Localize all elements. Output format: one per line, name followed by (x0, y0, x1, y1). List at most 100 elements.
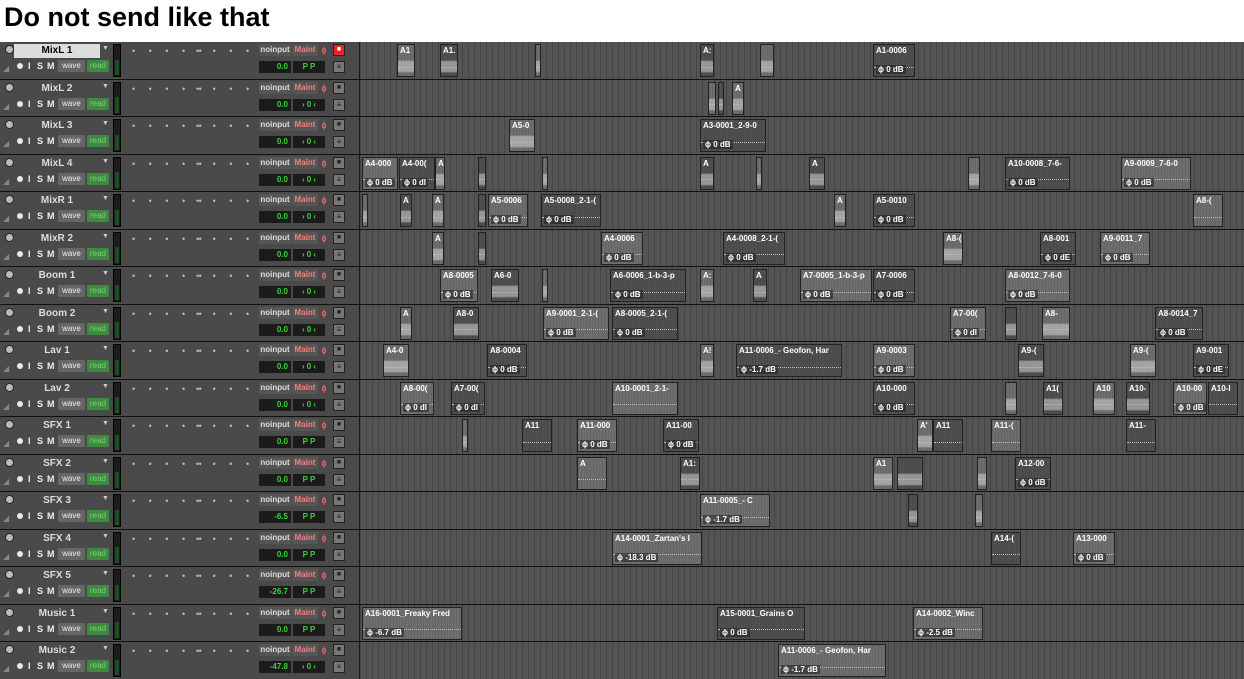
view-mode-selector[interactable]: wave (58, 397, 85, 410)
audio-clip[interactable]: A7-00(ϕ 0 dl (451, 381, 485, 415)
input-monitor-button[interactable]: I (28, 398, 31, 410)
audio-clip[interactable]: A11- (1126, 419, 1156, 452)
track-lane[interactable]: A A8-0 A9-0001_2-1-(ϕ 0 dB A8-0005_2-1-(ϕ 0… (360, 304, 1244, 341)
mute-button[interactable]: M (47, 60, 55, 72)
audio-clip[interactable]: A11-0006_- Geofon, Har ϕ -1.7 dB (778, 644, 886, 677)
track-menu-icon[interactable]: ≡ (333, 548, 345, 561)
volume-readout[interactable]: 0.0 (259, 623, 291, 636)
view-mode-selector[interactable]: wave (58, 172, 85, 185)
input-monitor-button[interactable]: I (28, 248, 31, 260)
automation-mode-selector[interactable]: read (87, 435, 109, 447)
output-selector[interactable]: Maint (292, 231, 318, 244)
track-name[interactable]: Boom 2 (14, 307, 100, 321)
pan-readout[interactable]: P P (293, 511, 325, 523)
automation-mode-selector[interactable]: read (87, 547, 109, 560)
mute-button[interactable]: M (47, 323, 55, 335)
volume-readout[interactable]: 0.0 (259, 211, 291, 223)
output-selector[interactable]: Maint (292, 531, 318, 544)
solo-button[interactable]: S (37, 323, 43, 335)
audio-clip[interactable]: A7-0005_1-b-3-p ϕ 0 dB (800, 269, 872, 302)
audio-clip[interactable]: A! (700, 344, 714, 377)
track-lane[interactable]: A1 A1. A: A1-0006 ϕ 0 dB (360, 42, 1244, 79)
automation-mode-selector[interactable]: read (87, 472, 109, 485)
track-options-button[interactable] (5, 195, 14, 204)
track-name[interactable]: MixL 3 (14, 119, 100, 133)
volume-readout[interactable]: 0.0 (259, 323, 291, 336)
audio-clip[interactable]: A5-0008_2-1-(ϕ 0 dB (541, 194, 601, 227)
audio-clip[interactable] (1005, 306, 1017, 340)
pan-readout[interactable]: P P (293, 436, 325, 448)
track-menu-icon[interactable]: ≡ (333, 436, 345, 448)
audio-clip[interactable]: A9-0011_7 ϕ 0 dB (1100, 231, 1150, 265)
audio-clip[interactable]: A14-0002_Winc ϕ -2.5 dB (913, 606, 983, 640)
audio-clip[interactable]: A14-( (991, 531, 1021, 565)
mute-button[interactable]: M (47, 585, 55, 597)
track-name-menu-icon[interactable]: ▼ (102, 158, 109, 165)
audio-clip[interactable]: A8-0005 ϕ 0 dB (440, 269, 478, 302)
track-lane[interactable]: A5-0 A3-0001_2-9-0 ϕ 0 dB (360, 117, 1244, 154)
audio-clip[interactable]: A1: (680, 456, 700, 490)
volume-readout[interactable]: 0.0 (259, 61, 291, 73)
audio-clip[interactable]: A9-0009_7-6-0 ϕ 0 dB (1121, 156, 1191, 190)
track-menu-icon[interactable]: ≡ (333, 211, 345, 223)
resize-handle-icon[interactable]: ◢ (3, 327, 9, 336)
audio-clip[interactable] (362, 194, 368, 227)
audio-clip[interactable]: A (435, 156, 445, 190)
audio-clip[interactable]: A10 (1093, 381, 1115, 415)
input-monitor-button[interactable]: I (28, 60, 31, 72)
solo-button[interactable]: S (37, 60, 43, 72)
output-selector[interactable]: Maint (292, 569, 318, 581)
track-lane[interactable]: A4-000 ϕ 0 dB A4-00(ϕ 0 dI A A A A10-0008_7-6-… (360, 154, 1244, 191)
volume-readout[interactable]: 0.0 (259, 136, 291, 148)
solo-button[interactable]: S (37, 473, 43, 485)
track-menu-icon[interactable]: ≡ (333, 286, 345, 298)
track-record-arm-button[interactable]: ■ (333, 231, 345, 244)
automation-mode-selector[interactable]: read (87, 247, 109, 260)
audio-clip[interactable] (478, 156, 486, 190)
automation-mode-selector[interactable]: read (87, 322, 109, 335)
track-record-arm-button[interactable]: ■ (333, 194, 345, 206)
solo-button[interactable]: S (37, 510, 43, 522)
output-selector[interactable]: Maint (292, 456, 318, 469)
input-selector[interactable]: noinput (259, 119, 291, 131)
resize-handle-icon[interactable]: ◢ (3, 402, 9, 411)
automation-mode-selector[interactable]: read (87, 60, 109, 72)
record-enable-button[interactable] (17, 475, 23, 482)
resize-handle-icon[interactable]: ◢ (3, 552, 9, 561)
input-monitor-button[interactable]: I (28, 623, 31, 635)
input-selector[interactable]: noinput (259, 644, 291, 656)
audio-clip[interactable] (968, 156, 980, 190)
audio-clip[interactable]: A8-00(ϕ 0 dl (400, 381, 434, 415)
resize-handle-icon[interactable]: ◢ (3, 589, 9, 598)
resize-handle-icon[interactable]: ◢ (3, 139, 9, 148)
track-name-menu-icon[interactable]: ▼ (102, 570, 109, 577)
view-mode-selector[interactable]: wave (58, 210, 85, 222)
track-name-menu-icon[interactable]: ▼ (102, 83, 109, 90)
audio-clip[interactable]: A10- (1126, 381, 1150, 415)
audio-clip[interactable]: A8- (1042, 306, 1070, 340)
record-enable-button[interactable] (17, 325, 23, 332)
audio-clip[interactable]: A1 (873, 456, 893, 490)
view-mode-selector[interactable]: wave (58, 472, 85, 485)
phase-invert-icon[interactable]: ϕ (319, 194, 329, 206)
mute-button[interactable]: M (47, 210, 55, 222)
track-lane[interactable]: A A A5-0006 ϕ 0 dB A5-0008_2-1-(ϕ 0 dB A A5-00… (360, 192, 1244, 229)
track-record-arm-button[interactable]: ■ (333, 44, 345, 56)
resize-handle-icon[interactable]: ◢ (3, 514, 9, 523)
view-mode-selector[interactable]: wave (58, 60, 85, 72)
audio-clip[interactable]: A8-( (1193, 194, 1223, 227)
phase-invert-icon[interactable]: ϕ (319, 344, 329, 356)
audio-clip[interactable]: A11-0005_- C ϕ -1.7 dB (700, 494, 770, 527)
input-monitor-button[interactable]: I (28, 285, 31, 297)
record-enable-button[interactable] (17, 625, 23, 632)
automation-mode-selector[interactable]: read (87, 172, 109, 185)
volume-readout[interactable]: 0.0 (259, 173, 291, 186)
track-record-arm-button[interactable]: ■ (333, 644, 345, 656)
track-lane[interactable]: A11-0005_- C ϕ -1.7 dB (360, 492, 1244, 529)
audio-clip[interactable]: A11-( (991, 419, 1021, 452)
volume-readout[interactable]: 0.0 (259, 248, 291, 261)
audio-clip[interactable]: A10-0001_2-1- (612, 381, 678, 415)
track-options-button[interactable] (5, 607, 14, 617)
track-name-menu-icon[interactable]: ▼ (102, 270, 109, 277)
track-options-button[interactable] (5, 120, 14, 129)
